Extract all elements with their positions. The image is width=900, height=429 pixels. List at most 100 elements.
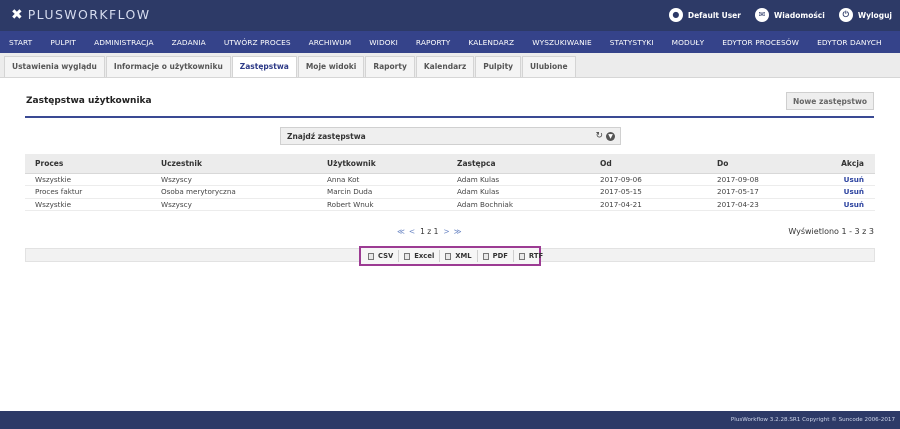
logout-label: Wyloguj (857, 10, 892, 20)
power-icon: ⏻ (838, 8, 853, 22)
delete-link[interactable]: Usuń (844, 200, 864, 209)
tab-pulpity[interactable]: Pulpity (475, 56, 522, 77)
nav-item-administracja[interactable]: ADMINISTRACJA (94, 38, 154, 47)
cell-akcja: Usuń (810, 185, 875, 199)
find-substitutions-label: Znajdź zastępstwa (287, 132, 366, 141)
next-page-button[interactable]: > (443, 227, 449, 236)
column-header-od[interactable]: Od (590, 154, 707, 174)
export-csv-label: CSV (378, 252, 394, 260)
logo[interactable]: ✖ PLUSWORKFLOW (11, 7, 151, 23)
logo-text: PLUSWORKFLOW (27, 7, 151, 22)
cell-proces: Wszystkie (25, 173, 151, 186)
export-pdf-button[interactable]: PDF (478, 250, 514, 262)
tab-ulubione[interactable]: Ulubione (522, 56, 576, 77)
column-header-uczestnik[interactable]: Uczestnik (151, 154, 317, 174)
main-nav: START PULPIT ADMINISTRACJA ZADANIA UTWÓR… (0, 31, 900, 53)
pagination: ≪ < 1 z 1 > ≫ (397, 227, 466, 236)
export-excel-label: Excel (414, 252, 435, 260)
nav-item-wyszukiwanie[interactable]: WYSZUKIWANIE (532, 38, 592, 47)
copyright-text: PlusWorkflow 3.2.28.SR1 Copyright © Sunc… (730, 417, 895, 423)
export-rtf-button[interactable]: RTF (514, 250, 548, 262)
cell-uzytkownik: Marcin Duda (317, 185, 447, 199)
messages-button[interactable]: ✉ Wiadomości (754, 8, 825, 22)
cell-do: 2017-04-23 (707, 198, 810, 211)
cell-do: 2017-09-08 (707, 173, 810, 186)
document-icon (404, 252, 411, 260)
new-substitution-button[interactable]: Nowe zastępstwo (786, 92, 874, 110)
cell-uzytkownik: Robert Wnuk (317, 198, 447, 211)
cell-uzytkownik: Anna Kot (317, 173, 447, 186)
export-excel-button[interactable]: Excel (399, 250, 441, 262)
substitutions-table: Proces Uczestnik Użytkownik Zastępca Od … (25, 154, 875, 211)
mail-icon: ✉ (754, 8, 769, 22)
nav-item-archiwum[interactable]: ARCHIWUM (309, 38, 352, 47)
find-substitutions-panel[interactable]: Znajdź zastępstwa ↻ ▼ (280, 127, 621, 145)
table-row[interactable]: Wszystkie Wszyscy Anna Kot Adam Kulas 20… (25, 173, 875, 186)
cell-uczestnik: Osoba merytoryczna (151, 185, 317, 199)
cell-proces: Wszystkie (25, 198, 151, 211)
export-toolbar: CSV Excel XML PDF RTF (359, 246, 543, 266)
chevron-down-icon[interactable]: ▼ (606, 131, 615, 141)
records-count: Wyświetlono 1 - 3 z 3 (788, 227, 874, 236)
messages-label: Wiadomości (773, 10, 825, 20)
cell-proces: Proces faktur (25, 185, 151, 199)
first-page-button[interactable]: ≪ (397, 227, 405, 236)
column-header-akcja: Akcja (810, 154, 875, 174)
cell-od: 2017-05-15 (590, 185, 707, 199)
delete-link[interactable]: Usuń (844, 175, 864, 184)
nav-item-start[interactable]: START (9, 38, 32, 47)
cell-od: 2017-04-21 (590, 198, 707, 211)
tab-moje-widoki[interactable]: Moje widoki (297, 56, 365, 77)
cell-do: 2017-05-17 (707, 185, 810, 199)
export-rtf-label: RTF (528, 252, 544, 260)
column-header-do[interactable]: Do (707, 154, 810, 174)
logout-button[interactable]: ⏻ Wyloguj (838, 8, 892, 22)
nav-item-raporty[interactable]: RAPORTY (416, 38, 451, 47)
user-area: ● Default User ✉ Wiadomości ⏻ Wyloguj (655, 8, 892, 22)
last-page-button[interactable]: ≫ (454, 227, 462, 236)
nav-item-zadania[interactable]: ZADANIA (172, 38, 206, 47)
page-info: 1 z 1 (420, 227, 439, 236)
table-row[interactable]: Proces faktur Osoba merytoryczna Marcin … (25, 185, 875, 199)
page-title: Zastępstwa użytkownika (26, 96, 152, 106)
cell-zastepca: Adam Kulas (447, 185, 590, 199)
tab-zastepstwa[interactable]: Zastępstwa (231, 56, 297, 77)
logo-x-icon: ✖ (11, 7, 23, 23)
tab-kalendarz[interactable]: Kalendarz (415, 56, 475, 77)
settings-tabs: Ustawienia wyglądu Informacje o użytkown… (0, 53, 900, 78)
export-pdf-label: PDF (492, 252, 508, 260)
tab-raporty[interactable]: Raporty (365, 56, 415, 77)
cell-uczestnik: Wszyscy (151, 198, 317, 211)
column-header-zastepca[interactable]: Zastępca (447, 154, 590, 174)
table-header-row: Proces Uczestnik Użytkownik Zastępca Od … (25, 154, 875, 174)
user-menu-button[interactable]: ● Default User (668, 8, 741, 22)
tab-ustawienia-wygladu[interactable]: Ustawienia wyglądu (4, 56, 105, 77)
table-row[interactable]: Wszystkie Wszyscy Robert Wnuk Adam Bochn… (25, 198, 875, 211)
cell-akcja: Usuń (810, 198, 875, 211)
column-header-uzytkownik[interactable]: Użytkownik (317, 154, 447, 174)
nav-item-utworz-proces[interactable]: UTWÓRZ PROCES (224, 38, 291, 47)
cell-zastepca: Adam Kulas (447, 173, 590, 186)
delete-link[interactable]: Usuń (844, 187, 864, 196)
nav-item-widoki[interactable]: WIDOKI (369, 38, 398, 47)
nav-item-edytor-danych[interactable]: EDYTOR DANYCH (817, 38, 882, 47)
export-xml-button[interactable]: XML (440, 250, 478, 262)
cell-akcja: Usuń (810, 173, 875, 186)
nav-item-moduly[interactable]: MODUŁY (672, 38, 705, 47)
document-icon (518, 252, 525, 260)
prev-page-button[interactable]: < (409, 227, 415, 236)
nav-item-edytor-procesow[interactable]: EDYTOR PROCESÓW (722, 38, 799, 47)
nav-item-pulpit[interactable]: PULPIT (50, 38, 76, 47)
nav-item-statystyki[interactable]: STATYSTYKI (610, 38, 654, 47)
top-header: ✖ PLUSWORKFLOW ● Default User ✉ Wiadomoś… (0, 0, 900, 31)
document-icon (368, 252, 374, 260)
document-icon (445, 252, 452, 260)
user-label: Default User (687, 10, 741, 20)
nav-item-kalendarz[interactable]: KALENDARZ (468, 38, 514, 47)
find-panel-icons: ↻ ▼ (595, 131, 615, 141)
tab-informacje-o-uzytkowniku[interactable]: Informacje o użytkowniku (105, 56, 231, 77)
export-csv-button[interactable]: CSV (363, 250, 400, 262)
refresh-icon[interactable]: ↻ (595, 131, 603, 141)
column-header-proces[interactable]: Proces (25, 154, 151, 174)
title-divider (25, 116, 874, 118)
